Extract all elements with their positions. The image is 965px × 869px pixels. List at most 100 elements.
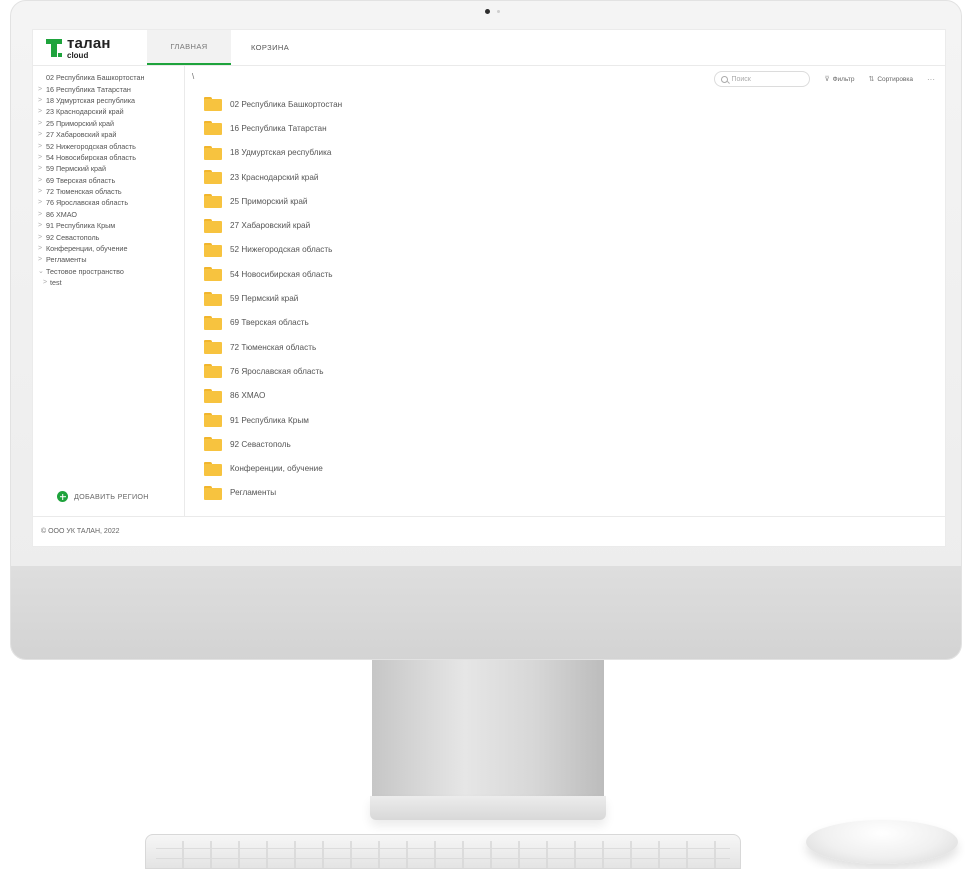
chevron-icon: > <box>38 210 43 218</box>
tab-home[interactable]: ГЛАВНАЯ <box>147 30 231 65</box>
sidebar-item[interactable]: >16 Республика Татарстан <box>33 83 184 94</box>
folder-icon <box>204 340 222 355</box>
copyright: © ООО УК ТАЛАН, 2022 <box>41 528 120 535</box>
folder-name: 25 Приморский край <box>230 196 308 206</box>
chevron-icon: > <box>38 96 43 104</box>
sidebar-item[interactable]: >27 Хабаровский край <box>33 129 184 140</box>
chevron-icon: > <box>38 119 43 127</box>
footer: © ООО УК ТАЛАН, 2022 <box>33 516 945 546</box>
plus-circle-icon <box>57 491 68 502</box>
folder-row[interactable]: 54 Новосибирская область <box>204 262 342 286</box>
sort-icon: ⇅ <box>868 76 875 83</box>
folder-row[interactable]: 25 Приморский край <box>204 189 342 213</box>
folder-name: 86 ХМАО <box>230 391 266 401</box>
sidebar-item[interactable]: >76 Ярославская область <box>33 197 184 208</box>
sidebar-item[interactable]: > Конференции, обучение <box>33 243 184 254</box>
sidebar-item-label: 25 Приморский край <box>46 118 115 128</box>
sidebar-item[interactable]: >25 Приморский край <box>33 118 184 129</box>
mouse <box>806 820 958 864</box>
sidebar-item[interactable]: > Регламенты <box>33 254 184 265</box>
chevron-icon: > <box>38 176 43 184</box>
sidebar-item-label: 92 Севастополь <box>46 232 100 242</box>
monitor: талан cloud ГЛАВНАЯ КОРЗИНА 02 Республик… <box>10 0 962 660</box>
sidebar-item-label: 59 Пермский край <box>46 164 107 174</box>
sidebar-item[interactable]: >23 Краснодарский край <box>33 106 184 117</box>
chevron-icon: > <box>43 279 48 287</box>
search-input[interactable]: Поиск <box>714 71 811 87</box>
sidebar: 02 Республика Башкортостан >16 Республика… <box>33 66 185 516</box>
folder-icon <box>204 437 222 452</box>
sidebar-item[interactable]: >69 Тверская область <box>33 175 184 186</box>
sidebar-item[interactable]: ⌄ Тестовое пространство <box>33 266 184 277</box>
sidebar-item[interactable]: >18 Удмуртская республика <box>33 95 184 106</box>
sidebar-item[interactable]: >52 Нижегородская область <box>33 140 184 151</box>
folder-row[interactable]: 18 Удмуртская республика <box>204 141 342 165</box>
folder-row[interactable]: 02 Республика Башкортостан <box>204 92 342 116</box>
folder-row[interactable]: 16 Республика Татарстан <box>204 116 342 140</box>
sidebar-item[interactable]: >86 ХМАО <box>33 209 184 220</box>
sidebar-item[interactable]: >72 Тюменская область <box>33 186 184 197</box>
sidebar-tree: 02 Республика Башкортостан >16 Республика… <box>33 72 184 288</box>
sidebar-item-label: 54 Новосибирская область <box>46 152 137 162</box>
folder-row[interactable]: 59 Пермский край <box>204 286 342 310</box>
chevron-icon: > <box>38 153 43 161</box>
chevron-icon: > <box>38 199 43 207</box>
sidebar-item[interactable]: >59 Пермский край <box>33 163 184 174</box>
sort-button[interactable]: ⇅ Сортировка <box>868 75 913 84</box>
logo-sub: cloud <box>67 50 89 60</box>
breadcrumb[interactable]: \ <box>192 72 194 81</box>
folder-row[interactable]: 92 Севастополь <box>204 432 342 456</box>
sidebar-item[interactable]: >91 Республика Крым <box>33 220 184 231</box>
folder-icon <box>204 364 222 379</box>
add-region-label: ДОБАВИТЬ РЕГИОН <box>74 492 149 501</box>
tab-cart[interactable]: КОРЗИНА <box>231 30 309 65</box>
folder-list: 02 Республика Башкортостан 16 Республика … <box>204 92 342 505</box>
logo-mark-icon <box>46 38 62 58</box>
sidebar-item-label: 91 Республика Крым <box>46 221 116 231</box>
folder-name: 92 Севастополь <box>230 439 291 449</box>
chevron-icon: ⌄ <box>38 268 44 276</box>
folder-icon <box>204 388 222 403</box>
folder-row[interactable]: 27 Хабаровский край <box>204 213 342 237</box>
filter-icon: ⊽ <box>824 76 830 83</box>
folder-row[interactable]: Регламенты <box>204 481 342 505</box>
folder-icon <box>204 121 222 136</box>
sidebar-item[interactable]: >92 Севастополь <box>33 231 184 242</box>
folder-name: 69 Тверская область <box>230 318 309 328</box>
folder-row[interactable]: 86 ХМАО <box>204 384 342 408</box>
sidebar-item-label: Тестовое пространство <box>46 266 124 276</box>
filter-button[interactable]: ⊽ Фильтр <box>824 75 854 84</box>
folder-row[interactable]: 91 Республика Крым <box>204 408 342 432</box>
folder-name: 72 Тюменская область <box>230 342 317 352</box>
sidebar-item[interactable]: >54 Новосибирская область <box>33 152 184 163</box>
sidebar-item-label: 02 Республика Башкортостан <box>46 73 145 83</box>
folder-icon <box>204 242 222 257</box>
chevron-icon: > <box>38 131 43 139</box>
chevron-icon: > <box>38 233 43 241</box>
folder-icon <box>204 291 222 306</box>
main-panel: \ Поиск ⊽ Фильтр ⇅ Сортировка ··· 02 Рес… <box>185 66 945 516</box>
folder-row[interactable]: 23 Краснодарский край <box>204 165 342 189</box>
chevron-icon: > <box>38 256 43 264</box>
sidebar-item-label: 69 Тверская область <box>46 175 116 185</box>
chevron-icon: > <box>38 108 43 116</box>
folder-row[interactable]: 69 Тверская область <box>204 311 342 335</box>
search-icon <box>721 75 729 83</box>
sidebar-item-label: 23 Краснодарский край <box>46 107 124 117</box>
toolbar: Поиск ⊽ Фильтр ⇅ Сортировка ··· <box>714 71 935 87</box>
sidebar-item[interactable]: 02 Республика Башкортостан <box>33 72 184 83</box>
folder-name: 02 Республика Башкортостан <box>230 99 343 109</box>
more-options-icon[interactable]: ··· <box>927 75 935 84</box>
logo[interactable]: талан cloud <box>33 30 147 65</box>
folder-row[interactable]: 52 Нижегородская область <box>204 238 342 262</box>
stand-base <box>370 796 606 820</box>
chevron-icon: > <box>38 142 43 150</box>
sidebar-item-label: test <box>50 278 62 288</box>
folder-row[interactable]: Конференции, обучение <box>204 456 342 480</box>
folder-row[interactable]: 76 Ярославская область <box>204 359 342 383</box>
sidebar-item[interactable]: > test <box>33 277 184 288</box>
sidebar-item-label: 18 Удмуртская республика <box>46 95 136 105</box>
chevron-icon: > <box>38 222 43 230</box>
add-region-button[interactable]: ДОБАВИТЬ РЕГИОН <box>57 491 149 502</box>
folder-row[interactable]: 72 Тюменская область <box>204 335 342 359</box>
